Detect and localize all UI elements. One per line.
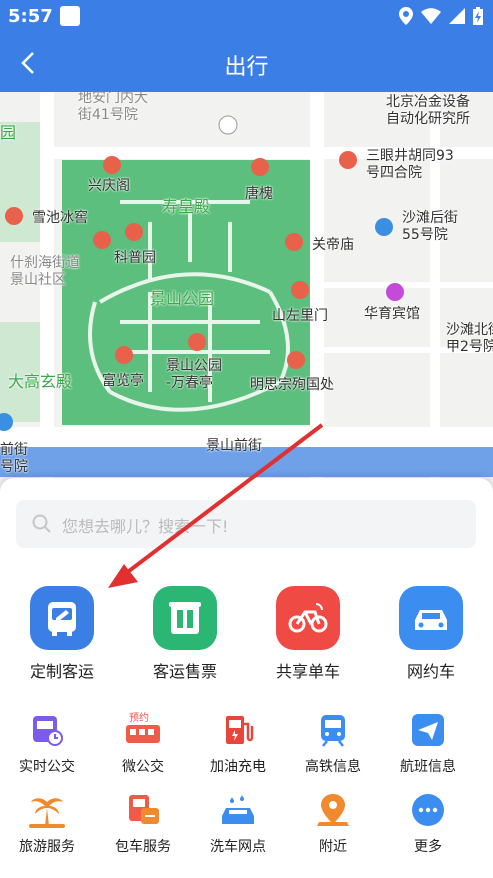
service-fuel-charge[interactable]: 加油充电: [193, 710, 283, 776]
map-label-shatanbei: 沙滩北街甲2号院: [446, 322, 493, 355]
bike-icon: [276, 586, 340, 650]
location-icon: [399, 7, 413, 25]
search-placeholder: 您想去哪儿？搜索一下!: [62, 517, 229, 536]
status-time: 5:57: [8, 6, 53, 27]
fuel-icon: [218, 710, 258, 750]
page-title: 出行: [224, 55, 269, 80]
service-travel[interactable]: 旅游服务: [2, 790, 92, 856]
app-header: 出行: [0, 34, 493, 92]
search-icon: [32, 514, 51, 533]
map-label-shichahai: 什刹海街道 景山社区: [10, 255, 80, 288]
service-nearby[interactable]: 附近: [288, 790, 378, 856]
bus-edit-icon: [30, 586, 94, 650]
service-charter[interactable]: 包车服务: [98, 790, 188, 856]
service-label: 微公交: [122, 759, 164, 775]
signal-icon: [449, 8, 465, 24]
map-label-kepuyuan: 科普园: [114, 250, 156, 266]
service-label: 洗车网点: [210, 839, 266, 855]
map-label-dagaoxuan: 大高玄殿: [8, 372, 73, 391]
palm-tree-icon: [27, 790, 67, 830]
service-shared-bike[interactable]: 共享单车: [253, 586, 363, 682]
micro-bus-icon: 预约: [123, 710, 163, 750]
service-label: 高铁信息: [305, 759, 361, 775]
map-label-shanzuo: 山左里门: [272, 308, 328, 324]
service-custom-passenger[interactable]: 定制客运: [7, 586, 117, 682]
more-icon: [408, 790, 448, 830]
charter-bus-icon: [123, 790, 163, 830]
train-icon: [313, 710, 353, 750]
service-label: 实时公交: [19, 759, 75, 775]
service-label: 网约车: [406, 662, 455, 681]
service-label: 旅游服务: [19, 839, 75, 855]
service-flight[interactable]: 航班信息: [383, 710, 473, 776]
map-label-jingshan: 景山公园: [150, 289, 215, 308]
service-car-wash[interactable]: 洗车网点: [193, 790, 283, 856]
battery-icon: [473, 7, 483, 25]
status-bar: 5:57: [0, 0, 493, 34]
service-label: 共享单车: [275, 662, 340, 681]
map-label-xuechi: 雪池冰窖: [32, 210, 88, 226]
service-more[interactable]: 更多: [383, 790, 473, 856]
services-panel: 您想去哪儿？搜索一下! 定制客运 客运售票 共享单车 网约车 实时公交 预约 微…: [0, 478, 493, 878]
bus-clock-icon: [27, 710, 67, 750]
map-label-wanchunting: 景山公园 -万春亭: [166, 358, 222, 391]
map-label-huayu: 华育宾馆: [364, 306, 420, 322]
map-label-yejin: 北京冶金设备 自动化研究所: [386, 94, 470, 127]
service-ride-hailing[interactable]: 网约车: [376, 586, 486, 682]
map-label-guandimiao: 关帝庙: [312, 237, 354, 253]
map-label-yuan: 园: [0, 123, 17, 142]
service-micro-bus[interactable]: 预约 微公交: [98, 710, 188, 776]
map-label-shatan: 沙滩后街 55号院: [402, 210, 458, 243]
car-wash-icon: [218, 790, 258, 830]
map-label-shouhuangdian: 寿皇殿: [162, 197, 211, 216]
search-input[interactable]: 您想去哪儿？搜索一下!: [16, 500, 476, 548]
wifi-icon: [421, 8, 441, 24]
nearby-pin-icon: [313, 790, 353, 830]
service-label: 附近: [319, 839, 347, 855]
service-label: 包车服务: [115, 839, 171, 855]
map-label-qianjie: 景山前街: [206, 438, 262, 454]
map-label-xingqingge: 兴庆阁: [88, 178, 130, 194]
service-high-speed-rail[interactable]: 高铁信息: [288, 710, 378, 776]
map-label-fulanting: 富览亭: [102, 373, 144, 389]
ticket-icon: [153, 586, 217, 650]
service-label: 更多: [414, 839, 442, 855]
map-label-tanghuai: 唐槐: [245, 186, 273, 202]
service-realtime-bus[interactable]: 实时公交: [2, 710, 92, 776]
map-label-dianmen: 地安门内大 街41号院: [78, 92, 148, 123]
car-icon: [399, 586, 463, 650]
plane-icon: [408, 710, 448, 750]
map-label-sanyan: 三眼井胡同93 号四合院: [366, 148, 454, 181]
service-ticketing[interactable]: 客运售票: [130, 586, 240, 682]
notification-icon: [60, 6, 80, 26]
micro-bus-badge: 预约: [129, 711, 149, 724]
map-label-qianjie-left: 前街 号院: [0, 442, 28, 475]
service-label: 加油充电: [210, 759, 266, 775]
map-view[interactable]: 地安门内大 街41号院 北京冶金设备 自动化研究所 园 三眼井胡同93 号四合院 兴庆…: [0, 92, 493, 492]
service-label: 定制客运: [29, 662, 94, 681]
map-label-mingsizong: 明思宗殉国处: [250, 377, 334, 393]
service-label: 航班信息: [400, 759, 456, 775]
service-label: 客运售票: [152, 662, 217, 681]
